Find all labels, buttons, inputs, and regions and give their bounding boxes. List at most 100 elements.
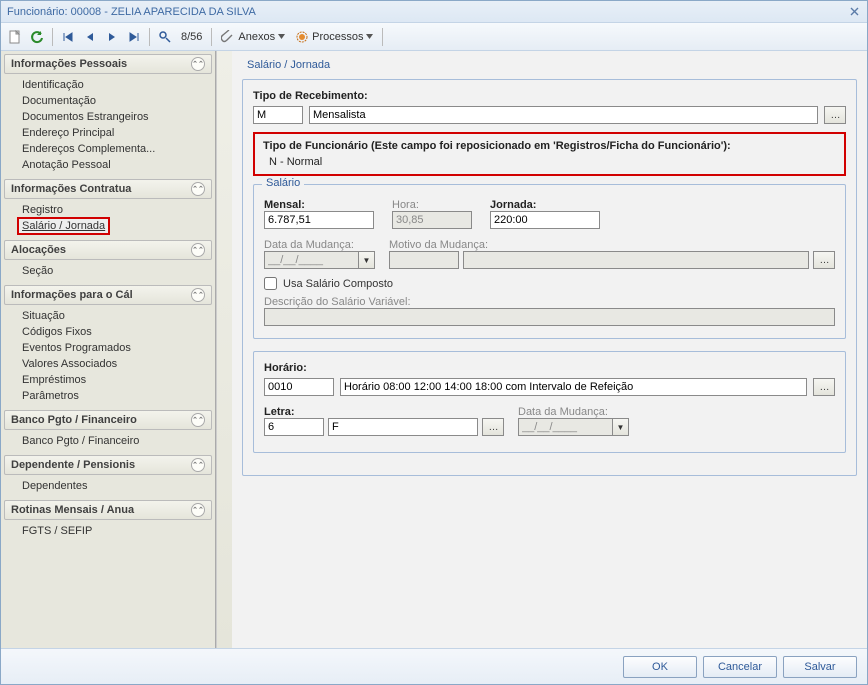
window-title: Funcionário: 00008 - ZELIA APARECIDA DA … bbox=[7, 6, 847, 18]
usa-salario-composto-checkbox[interactable] bbox=[264, 277, 277, 290]
data-mudanca-input bbox=[264, 251, 359, 269]
toolbar-separator bbox=[211, 28, 212, 46]
sidebar-section-6[interactable]: Rotinas Mensais / Anua ⌃⌃ bbox=[4, 500, 212, 520]
anexos-dropdown[interactable]: Anexos bbox=[217, 27, 289, 47]
letra-desc-input[interactable] bbox=[328, 418, 478, 436]
nav-last-icon[interactable] bbox=[124, 27, 144, 47]
sidebar-section-title: Rotinas Mensais / Anua bbox=[11, 504, 134, 516]
ok-button[interactable]: OK bbox=[623, 656, 697, 678]
motivo-desc-input bbox=[463, 251, 809, 269]
letra-lookup[interactable]: … bbox=[482, 418, 504, 436]
sidebar-item[interactable]: Valores Associados bbox=[18, 356, 212, 372]
chevron-up-icon: ⌃⌃ bbox=[191, 243, 205, 257]
sidebar-item[interactable]: Códigos Fixos bbox=[18, 324, 212, 340]
motivo-lookup[interactable]: … bbox=[813, 251, 835, 269]
chevron-up-icon: ⌃⌃ bbox=[191, 182, 205, 196]
motivo-code-input bbox=[389, 251, 459, 269]
letra-label: Letra: bbox=[264, 406, 504, 418]
data-mudanca2-input bbox=[518, 418, 613, 436]
sidebar-section-3[interactable]: Informações para o Cál ⌃⌃ bbox=[4, 285, 212, 305]
nav-prev-icon[interactable] bbox=[80, 27, 100, 47]
sidebar-item[interactable]: Anotação Pessoal bbox=[18, 157, 212, 173]
sidebar-item[interactable]: Documentos Estrangeiros bbox=[18, 109, 212, 125]
hora-input bbox=[392, 211, 472, 229]
gear-icon bbox=[295, 30, 309, 44]
sidebar-item[interactable]: Documentação bbox=[18, 93, 212, 109]
horario-lookup[interactable]: … bbox=[813, 378, 835, 396]
sidebar-section-2[interactable]: Alocações ⌃⌃ bbox=[4, 240, 212, 260]
hora-label: Hora: bbox=[392, 199, 472, 211]
horario-code-input[interactable] bbox=[264, 378, 334, 396]
sidebar-item[interactable]: FGTS / SEFIP bbox=[18, 523, 212, 539]
form-pane: Salário / Jornada Tipo de Recebimento: …… bbox=[232, 51, 867, 648]
attachment-icon bbox=[221, 30, 235, 44]
new-icon[interactable] bbox=[5, 27, 25, 47]
toolbar-separator bbox=[52, 28, 53, 46]
sidebar-item[interactable]: Empréstimos bbox=[18, 372, 212, 388]
mensal-label: Mensal: bbox=[264, 199, 374, 211]
sidebar-item[interactable]: Registro bbox=[18, 202, 212, 218]
horario-label: Horário: bbox=[264, 362, 835, 374]
record-counter: 8/56 bbox=[181, 31, 202, 43]
tipo-recebimento-code[interactable] bbox=[253, 106, 303, 124]
sidebar-item[interactable]: Parâmetros bbox=[18, 388, 212, 404]
jornada-input[interactable] bbox=[490, 211, 600, 229]
sidebar-scrollbar[interactable] bbox=[216, 51, 232, 648]
tipo-funcionario-value: N - Normal bbox=[263, 156, 836, 168]
refresh-icon[interactable] bbox=[27, 27, 47, 47]
salario-legend: Salário bbox=[262, 177, 304, 189]
tab-title: Salário / Jornada bbox=[242, 57, 857, 73]
salvar-button[interactable]: Salvar bbox=[783, 656, 857, 678]
sidebar-section-title: Informações Pessoais bbox=[11, 58, 127, 70]
chevron-up-icon: ⌃⌃ bbox=[191, 413, 205, 427]
usa-salario-composto-label: Usa Salário Composto bbox=[283, 278, 393, 290]
search-icon[interactable] bbox=[155, 27, 175, 47]
toolbar-separator bbox=[149, 28, 150, 46]
sidebar-section-4[interactable]: Banco Pgto / Financeiro ⌃⌃ bbox=[4, 410, 212, 430]
motivo-mudanca-label: Motivo da Mudança: bbox=[389, 239, 835, 251]
sidebar-item[interactable]: Endereços Complementa... bbox=[18, 141, 212, 157]
sidebar-section-1[interactable]: Informações Contratua ⌃⌃ bbox=[4, 179, 212, 199]
jornada-label: Jornada: bbox=[490, 199, 600, 211]
toolbar-separator bbox=[382, 28, 383, 46]
sidebar-item[interactable]: Eventos Programados bbox=[18, 340, 212, 356]
horario-desc-input[interactable] bbox=[340, 378, 807, 396]
sidebar: Informações Pessoais⌃⌃IdentificaçãoDocum… bbox=[1, 51, 216, 648]
cancelar-button[interactable]: Cancelar bbox=[703, 656, 777, 678]
tipo-funcionario-highlight: Tipo de Funcionário (Este campo foi repo… bbox=[253, 132, 846, 176]
close-icon[interactable] bbox=[847, 5, 861, 19]
desc-sal-var-input bbox=[264, 308, 835, 326]
nav-next-icon[interactable] bbox=[102, 27, 122, 47]
chevron-up-icon: ⌃⌃ bbox=[191, 57, 205, 71]
mensal-input[interactable] bbox=[264, 211, 374, 229]
tipo-recebimento-desc[interactable] bbox=[309, 106, 818, 124]
chevron-up-icon: ⌃⌃ bbox=[191, 458, 205, 472]
data-mudanca-dd[interactable]: ▼ bbox=[359, 251, 375, 269]
sidebar-section-5[interactable]: Dependente / Pensionis ⌃⌃ bbox=[4, 455, 212, 475]
sidebar-item[interactable]: Dependentes bbox=[18, 478, 212, 494]
chevron-up-icon: ⌃⌃ bbox=[191, 288, 205, 302]
sidebar-item[interactable]: Situação bbox=[18, 308, 212, 324]
chevron-up-icon: ⌃⌃ bbox=[191, 503, 205, 517]
letra-code-input[interactable] bbox=[264, 418, 324, 436]
sidebar-item[interactable]: Seção bbox=[18, 263, 212, 279]
sidebar-section-title: Informações Contratua bbox=[11, 183, 131, 195]
data-mudanca2-dd[interactable]: ▼ bbox=[613, 418, 629, 436]
sidebar-section-title: Alocações bbox=[11, 244, 66, 256]
sidebar-item[interactable]: Identificação bbox=[18, 77, 212, 93]
desc-sal-var-label: Descrição do Salário Variável: bbox=[264, 296, 835, 308]
tipo-recebimento-label: Tipo de Recebimento: bbox=[253, 90, 368, 102]
tipo-recebimento-lookup[interactable]: … bbox=[824, 106, 846, 124]
sidebar-section-title: Informações para o Cál bbox=[11, 289, 133, 301]
nav-first-icon[interactable] bbox=[58, 27, 78, 47]
sidebar-section-title: Banco Pgto / Financeiro bbox=[11, 414, 137, 426]
processos-dropdown[interactable]: Processos bbox=[291, 27, 377, 47]
sidebar-item[interactable]: Endereço Principal bbox=[18, 125, 212, 141]
sidebar-item[interactable]: Salário / Jornada bbox=[18, 218, 109, 234]
sidebar-section-0[interactable]: Informações Pessoais ⌃⌃ bbox=[4, 54, 212, 74]
data-mudanca-label: Data da Mudança: bbox=[264, 239, 375, 251]
data-mudanca2-label: Data da Mudança: bbox=[518, 406, 629, 418]
tipo-funcionario-label: Tipo de Funcionário (Este campo foi repo… bbox=[263, 140, 836, 152]
sidebar-section-title: Dependente / Pensionis bbox=[11, 459, 135, 471]
sidebar-item[interactable]: Banco Pgto / Financeiro bbox=[18, 433, 212, 449]
